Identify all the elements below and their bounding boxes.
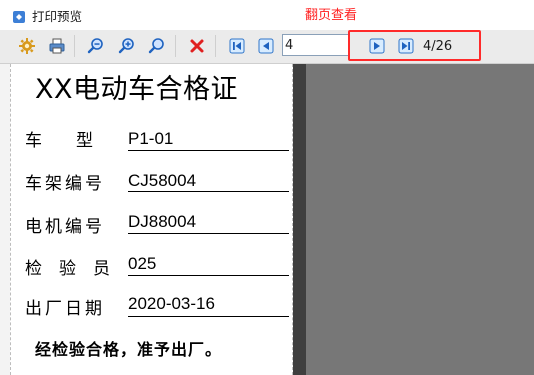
zoom-in-button[interactable] — [116, 35, 138, 57]
page-flip-annotation: 翻页查看 — [305, 8, 358, 23]
field-underline — [128, 233, 289, 234]
field-label-inspector: 检 验 员 — [25, 259, 110, 279]
field-value-motor-number: DJ88004 — [128, 212, 197, 231]
zoom-in-icon — [118, 37, 136, 55]
preview-area[interactable]: XX电动车合格证 车 型 P1-01 车架编号 CJ58004 电机编号 DJ8… — [0, 64, 534, 375]
field-value-inspector: 025 — [128, 254, 157, 273]
certificate-title: XX电动车合格证 — [35, 74, 238, 105]
field-value-model: P1-01 — [128, 129, 174, 148]
annotation-highlight-box — [348, 30, 481, 61]
field-value-frame-number: CJ58004 — [128, 171, 197, 190]
field-label-date: 出厂日期 — [25, 299, 105, 319]
settings-button[interactable] — [16, 35, 38, 57]
field-underline — [128, 316, 289, 317]
close-preview-button[interactable] — [186, 35, 208, 57]
field-underline — [128, 150, 289, 151]
zoom-fit-button[interactable] — [146, 35, 168, 57]
page-number-input[interactable] — [282, 34, 350, 56]
zoom-out-icon — [87, 37, 105, 55]
first-page-icon — [229, 38, 245, 54]
zoom-icon — [148, 37, 166, 55]
window-title: 打印预览 — [32, 9, 83, 24]
first-page-button[interactable] — [226, 35, 248, 57]
field-label-motor-number: 电机编号 — [25, 217, 105, 237]
toolbar-separator — [74, 35, 75, 57]
preview-page: XX电动车合格证 车 型 P1-01 车架编号 CJ58004 电机编号 DJ8… — [10, 64, 293, 375]
toolbar-separator — [175, 35, 176, 57]
gear-icon — [18, 37, 36, 55]
field-underline — [128, 191, 289, 192]
title-bar: 打印预览 翻页查看 — [0, 0, 534, 30]
field-value-date: 2020-03-16 — [128, 294, 215, 313]
prev-page-icon — [258, 38, 274, 54]
field-underline — [128, 275, 289, 276]
printer-icon — [48, 37, 66, 55]
app-icon — [12, 9, 26, 23]
preview-left-margin — [0, 64, 10, 375]
field-label-frame-number: 车架编号 — [25, 174, 105, 194]
field-label-model: 车 型 — [25, 131, 93, 151]
print-button[interactable] — [46, 35, 68, 57]
page-shadow — [293, 64, 306, 375]
certificate-footer: 经检验合格，准予出厂。 — [35, 340, 223, 359]
prev-page-button[interactable] — [255, 35, 277, 57]
toolbar-separator — [215, 35, 216, 57]
zoom-out-button[interactable] — [85, 35, 107, 57]
close-icon — [189, 38, 205, 54]
